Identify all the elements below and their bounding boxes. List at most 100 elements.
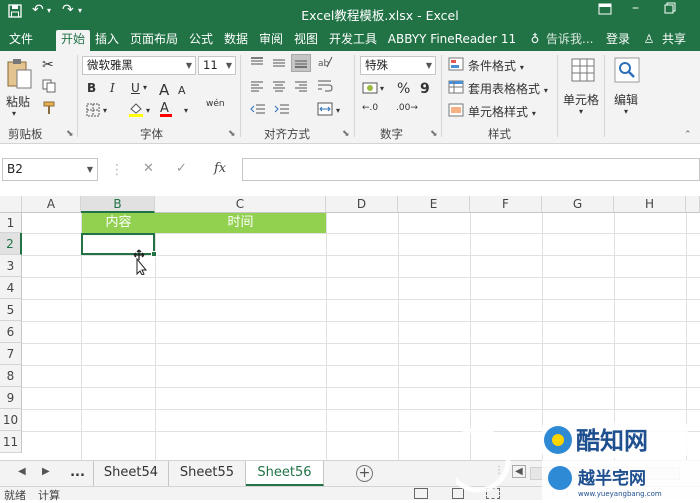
merge-dropdown-icon[interactable]: ▾ [336,106,340,115]
row-header-5[interactable]: 5 [0,299,22,321]
tab-view[interactable]: 视图 [291,30,321,51]
column-header-e[interactable]: E [398,196,470,213]
format-as-table-icon[interactable] [448,80,464,97]
select-all-corner[interactable] [0,196,22,213]
border-icon[interactable] [86,103,100,120]
row-header-9[interactable]: 9 [0,387,22,409]
row-header-2[interactable]: 2 [0,233,22,255]
conditional-format-button[interactable]: 条件格式 ▾ [468,57,524,74]
splitter-icon[interactable]: ⋮ [110,162,124,178]
align-top-icon[interactable] [250,57,264,72]
paste-button[interactable]: 粘贴 [6,93,30,110]
scroll-tabs-right-icon[interactable]: ▶ [42,466,50,477]
more-sheets-button[interactable]: ... [62,461,94,486]
name-box[interactable]: B2 ▼ [2,158,98,181]
share-button[interactable]: 共享 [657,30,691,51]
column-header-f[interactable]: F [470,196,542,213]
column-header-g[interactable]: G [542,196,614,213]
minimize-icon[interactable]: – [632,0,639,16]
row-header-3[interactable]: 3 [0,255,22,277]
cell-styles-button[interactable]: 单元格样式 ▾ [468,103,536,120]
cells-icon[interactable] [568,55,598,85]
font-color-dropdown-icon[interactable]: ▾ [184,106,188,115]
align-right-icon[interactable] [294,80,308,95]
tab-insert[interactable]: 插入 [92,30,122,51]
column-header-partial[interactable] [686,196,700,213]
row-header-1[interactable]: 1 [0,213,22,233]
merge-center-icon[interactable] [317,102,333,119]
save-icon[interactable] [8,4,22,22]
tell-me-search[interactable]: 告诉我... [546,30,594,51]
font-color-icon[interactable]: A [160,101,172,117]
row-header-6[interactable]: 6 [0,321,22,343]
tab-review[interactable]: 审阅 [256,30,286,51]
column-header-a[interactable]: A [22,196,81,213]
scroll-tabs-left-icon[interactable]: ◀ [18,466,26,477]
column-header-b[interactable]: B [81,196,155,213]
number-format-select[interactable]: 特殊 ▼ [360,56,436,75]
column-header-c[interactable]: C [155,196,326,213]
clipboard-launcher-icon[interactable]: ⬊ [66,129,74,139]
decrease-decimal-button[interactable]: .00→ [396,103,418,113]
fill-handle[interactable] [151,251,157,257]
grow-font-button[interactable]: A [159,81,169,99]
orientation-icon[interactable]: ab [317,55,333,72]
cells-dropdown-icon[interactable]: ▾ [579,107,583,116]
undo-dropdown-icon[interactable]: ▾ [47,6,51,15]
chevron-down-icon[interactable]: ▼ [87,159,93,180]
sheet-tab-sheet55[interactable]: Sheet55 [169,461,246,486]
alignment-launcher-icon[interactable]: ⬊ [342,129,350,139]
sheet-tab-sheet56[interactable]: Sheet56 [246,461,324,486]
paste-dropdown-icon[interactable]: ▾ [12,109,16,118]
ribbon-display-icon[interactable] [598,2,612,20]
underline-dropdown-icon[interactable]: ▾ [143,83,147,92]
decrease-indent-icon[interactable] [250,103,266,118]
currency-dropdown-icon[interactable]: ▾ [380,84,384,93]
font-name-select[interactable]: 微软雅黑 ▼ [82,56,196,75]
enter-icon[interactable]: ✓ [176,161,187,176]
fill-color-icon[interactable] [128,102,144,121]
font-size-select[interactable]: 11 ▼ [198,56,236,75]
share-icon[interactable]: ♙ [642,30,656,51]
italic-button[interactable]: I [110,81,115,95]
shrink-font-button[interactable]: A [178,84,186,97]
currency-icon[interactable] [362,81,378,98]
tab-abbyy[interactable]: ABBYY FineReader 11 [386,30,518,51]
align-center-icon[interactable] [272,80,286,95]
phonetic-button[interactable]: wén [206,99,225,109]
tab-formulas[interactable]: 公式 [186,30,216,51]
percent-button[interactable]: % [397,81,410,97]
tab-developer[interactable]: 开发工具 [325,30,381,51]
format-painter-icon[interactable] [42,101,56,118]
row-header-10[interactable]: 10 [0,409,22,431]
align-middle-icon[interactable] [272,57,286,72]
column-header-d[interactable]: D [326,196,398,213]
tab-file[interactable]: 文件 [4,30,38,51]
increase-decimal-button[interactable]: ←.0 [362,103,378,113]
border-dropdown-icon[interactable]: ▾ [103,106,107,115]
cell-b1[interactable]: 内容 [82,213,155,233]
font-launcher-icon[interactable]: ⬊ [228,129,236,139]
paste-icon[interactable] [4,55,34,91]
restore-icon[interactable] [664,2,676,18]
align-bottom-icon[interactable] [291,54,311,72]
redo-icon[interactable]: ↷ [62,2,74,18]
sheet-tab-sheet54[interactable]: Sheet54 [94,461,169,486]
format-as-table-button[interactable]: 套用表格格式 ▾ [468,80,548,97]
increase-indent-icon[interactable] [274,103,290,118]
status-calculate[interactable]: 计算 [38,487,60,503]
collapse-ribbon-icon[interactable]: ⌃ [684,130,692,140]
cells-button[interactable]: 单元格 [563,91,599,108]
bold-button[interactable]: B [87,81,96,95]
login-link[interactable]: 登录 [603,30,633,51]
number-launcher-icon[interactable]: ⬊ [430,129,438,139]
cell-styles-icon[interactable] [448,103,464,120]
cell-c1[interactable]: 时间 [155,213,326,233]
cut-icon[interactable]: ✂ [42,57,54,73]
customize-qa-icon[interactable]: ▾ [78,6,82,15]
conditional-format-icon[interactable] [448,57,464,74]
wrap-text-icon[interactable] [317,79,333,96]
cancel-icon[interactable]: ✕ [143,161,154,176]
row-header-11[interactable]: 11 [0,431,22,453]
align-left-icon[interactable] [250,80,264,95]
